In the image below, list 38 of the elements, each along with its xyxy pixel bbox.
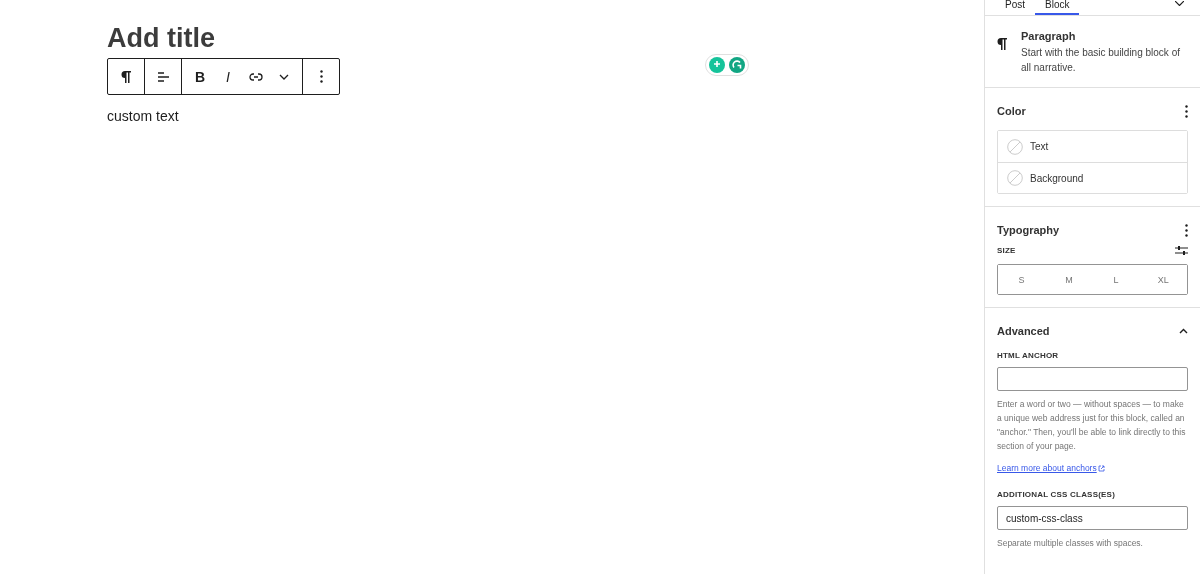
more-options-icon: [1185, 223, 1188, 237]
block-description: Start with the basic building block of all narrative.: [1021, 46, 1181, 75]
block-title: Paragraph: [1021, 30, 1077, 42]
italic-button[interactable]: I: [214, 59, 242, 94]
sidebar-tab[interactable]: Post: [995, 0, 1035, 15]
chevron-up-icon: [1179, 328, 1188, 334]
html-anchor-field[interactable]: [997, 367, 1188, 391]
align-left-icon: [156, 70, 170, 83]
typography-options-button[interactable]: [1185, 223, 1188, 237]
section-title: Advanced: [997, 325, 1050, 337]
help-text: Enter a word or two — without spaces — to make a unique web address just for this block, called an "anchor." Then, you'll be able to link directly to this section of your page.: [997, 398, 1187, 453]
title-placeholder[interactable]: Add title: [107, 22, 215, 54]
section-title: Typography: [997, 224, 1060, 236]
sliders-icon[interactable]: [1175, 245, 1188, 256]
learn-more-link[interactable]: Learn more about anchors: [997, 463, 1105, 473]
field-label: HTML ANCHOR: [997, 351, 1059, 360]
empty-swatch-icon: [1007, 138, 1023, 155]
color-option[interactable]: Background: [998, 162, 1187, 193]
color-options-button[interactable]: [1185, 104, 1188, 118]
link-icon: [249, 71, 263, 82]
collapse-button[interactable]: [1179, 328, 1188, 334]
sidebar-tab[interactable]: Block: [1035, 0, 1080, 15]
paragraph-icon: [997, 38, 1007, 50]
g-logo-icon: [729, 57, 745, 73]
bold-button[interactable]: B: [186, 59, 214, 94]
paragraph-icon: [121, 70, 131, 83]
paragraph-text[interactable]: custom text: [107, 108, 984, 124]
css-class-field[interactable]: custom-css-class: [997, 506, 1188, 530]
more-options-icon: [319, 70, 323, 83]
more-options-icon: [1185, 104, 1188, 118]
empty-swatch-icon: [1007, 170, 1023, 186]
field-label: ADDITIONAL CSS CLASS(ES): [997, 490, 1115, 499]
help-text: Separate multiple classes with spaces.: [997, 537, 1144, 550]
assistant-widget[interactable]: [705, 54, 749, 76]
external-link-icon: [1097, 464, 1105, 472]
chevron-down-icon: [279, 73, 289, 80]
size-label: SIZE: [997, 246, 1016, 255]
section-title: Color: [997, 105, 1026, 117]
